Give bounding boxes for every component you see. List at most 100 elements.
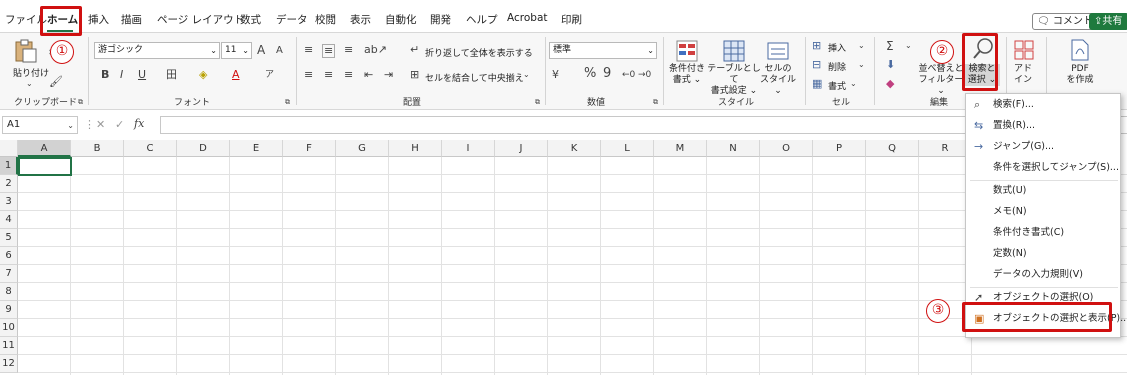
name-box[interactable]: A1 ⌄ xyxy=(2,116,78,134)
cancel-icon[interactable]: ✕ xyxy=(96,119,105,131)
row-header[interactable]: 5 xyxy=(0,229,18,247)
tab-review[interactable]: 校閲 xyxy=(315,12,336,27)
increase-indent-icon[interactable]: ⇥ xyxy=(384,69,393,81)
row-header[interactable]: 2 xyxy=(0,175,18,193)
column-header[interactable]: O xyxy=(760,140,813,157)
tab-page-layout[interactable]: ページ レイアウト xyxy=(157,12,244,27)
chevron-down-icon[interactable]: ⌄ xyxy=(858,59,865,71)
fill-color-icon[interactable]: ◈ xyxy=(199,69,207,81)
paste-button[interactable] xyxy=(12,39,40,63)
row-header[interactable]: 7 xyxy=(0,265,18,283)
dialog-launcher-icon[interactable]: ⧉ xyxy=(285,96,290,108)
underline-button[interactable]: U xyxy=(138,69,146,81)
align-right-icon[interactable]: ≡ xyxy=(344,69,353,81)
chevron-down-icon[interactable]: ⌄ xyxy=(67,120,74,132)
column-header[interactable]: I xyxy=(442,140,495,157)
dialog-launcher-icon[interactable]: ⧉ xyxy=(653,96,658,108)
percent-button[interactable]: % xyxy=(584,67,596,80)
tab-view[interactable]: 表示 xyxy=(350,12,371,27)
row-header[interactable]: 12 xyxy=(0,355,18,373)
tab-automate[interactable]: 自動化 xyxy=(385,12,417,27)
sort-filter-button[interactable]: 並べ替えと フィルター ⌄ xyxy=(916,64,966,97)
wrap-text-icon[interactable]: ↵ xyxy=(410,44,419,56)
column-header[interactable]: H xyxy=(389,140,442,157)
delete-cells-button[interactable]: 削除 xyxy=(828,60,846,73)
font-name-select[interactable]: 游ゴシック ⌄ xyxy=(94,42,220,59)
insert-cells-button[interactable]: 挿入 xyxy=(828,41,846,54)
chevron-down-icon[interactable]: ⌄ xyxy=(26,78,33,90)
font-color-button[interactable]: A xyxy=(232,69,240,81)
bold-button[interactable]: B xyxy=(101,69,109,81)
number-format-select[interactable]: 標準 ⌄ xyxy=(549,42,657,59)
row-header[interactable]: 9 xyxy=(0,301,18,319)
menu-item-constants[interactable]: 定数(N) xyxy=(966,244,1122,264)
border-icon[interactable]: 田 xyxy=(166,69,177,81)
insert-function-button[interactable]: fx xyxy=(134,118,144,130)
accounting-format-icon[interactable]: ¥ xyxy=(552,69,559,81)
phonetic-icon[interactable]: ア xyxy=(265,69,274,81)
row-header[interactable]: 11 xyxy=(0,337,18,355)
column-header[interactable]: L xyxy=(601,140,654,157)
enter-icon[interactable]: ✓ xyxy=(115,119,124,131)
chevron-down-icon[interactable]: ⌄ xyxy=(905,40,912,52)
increase-decimal-icon[interactable]: ←0 xyxy=(622,69,635,81)
column-header[interactable]: P xyxy=(813,140,866,157)
tab-developer[interactable]: 開発 xyxy=(430,12,451,27)
cell-styles-button[interactable]: セルの スタイル ⌄ xyxy=(758,64,798,97)
worksheet-grid[interactable]: ABCDEFGHIJKLMNOPQR 1 2 3 4 5 6 7 8 9 10 11 12 xyxy=(0,140,1127,375)
font-size-select[interactable]: 11 ⌄ xyxy=(221,42,252,59)
tab-insert[interactable]: 挿入 xyxy=(88,12,109,27)
row-header[interactable]: 10 xyxy=(0,319,18,337)
merge-center-button[interactable]: セルを結合して中央揃え xyxy=(425,71,524,84)
menu-item-find[interactable]: ⌕ 検索(F)... xyxy=(966,95,1122,115)
chevron-down-icon[interactable]: ⌄ xyxy=(858,40,865,52)
align-bottom-icon[interactable]: ≡ xyxy=(344,44,353,56)
menu-item-conditional-formatting[interactable]: 条件付き書式(C) xyxy=(966,223,1122,243)
grow-font-button[interactable]: A xyxy=(257,44,265,56)
shrink-font-button[interactable]: A xyxy=(276,45,283,57)
menu-item-replace[interactable]: ⇆ 置換(R)... xyxy=(966,116,1122,136)
menu-item-goto[interactable]: → ジャンプ(G)... xyxy=(966,137,1122,157)
column-header[interactable]: E xyxy=(230,140,283,157)
row-header[interactable]: 6 xyxy=(0,247,18,265)
align-middle-icon[interactable]: ≡ xyxy=(322,44,336,58)
addins-button[interactable]: アド イン xyxy=(1008,64,1038,86)
column-header[interactable]: G xyxy=(336,140,389,157)
decrease-decimal-icon[interactable]: →0 xyxy=(638,69,651,81)
align-left-icon[interactable]: ≡ xyxy=(304,69,313,81)
column-header[interactable]: A xyxy=(18,140,71,157)
tab-acrobat[interactable]: Acrobat xyxy=(507,12,548,24)
create-pdf-button[interactable]: PDF を作成 xyxy=(1058,64,1102,86)
chevron-down-icon[interactable]: ⌄ xyxy=(523,69,530,81)
row-header[interactable]: 3 xyxy=(0,193,18,211)
share-button[interactable]: ⇪共有 xyxy=(1089,13,1127,30)
tab-formulas[interactable]: 数式 xyxy=(240,12,261,27)
italic-button[interactable]: I xyxy=(120,69,123,81)
dialog-launcher-icon[interactable]: ⧉ xyxy=(535,96,540,108)
format-as-table-button[interactable]: テーブルとして 書式設定 ⌄ xyxy=(706,64,762,97)
dialog-launcher-icon[interactable]: ⧉ xyxy=(78,96,83,108)
column-header[interactable]: N xyxy=(707,140,760,157)
fill-icon[interactable]: ⬇ xyxy=(886,59,895,71)
select-all-corner[interactable] xyxy=(0,140,18,157)
column-header[interactable]: J xyxy=(495,140,548,157)
menu-item-goto-special[interactable]: 条件を選択してジャンプ(S)... xyxy=(966,158,1122,178)
column-header[interactable]: C xyxy=(124,140,177,157)
row-header[interactable]: 8 xyxy=(0,283,18,301)
merge-center-icon[interactable]: ⊞ xyxy=(410,69,419,81)
comma-button[interactable]: 9 xyxy=(603,67,611,80)
row-header[interactable]: 1 xyxy=(0,157,18,175)
tab-data[interactable]: データ xyxy=(276,12,308,27)
chevron-down-icon[interactable]: ⌄ xyxy=(850,78,857,90)
format-cells-button[interactable]: 書式 xyxy=(828,79,846,92)
column-header[interactable]: M xyxy=(654,140,707,157)
decrease-indent-icon[interactable]: ⇤ xyxy=(364,69,373,81)
orientation-icon[interactable]: ab↗ xyxy=(364,44,387,56)
tab-draw[interactable]: 描画 xyxy=(121,12,142,27)
row-header[interactable]: 4 xyxy=(0,211,18,229)
menu-item-notes[interactable]: メモ(N) xyxy=(966,202,1122,222)
align-center-icon[interactable]: ≡ xyxy=(324,69,333,81)
column-header[interactable]: B xyxy=(71,140,124,157)
autosum-button[interactable]: Σ xyxy=(886,40,894,52)
tab-help[interactable]: ヘルプ xyxy=(466,12,498,27)
